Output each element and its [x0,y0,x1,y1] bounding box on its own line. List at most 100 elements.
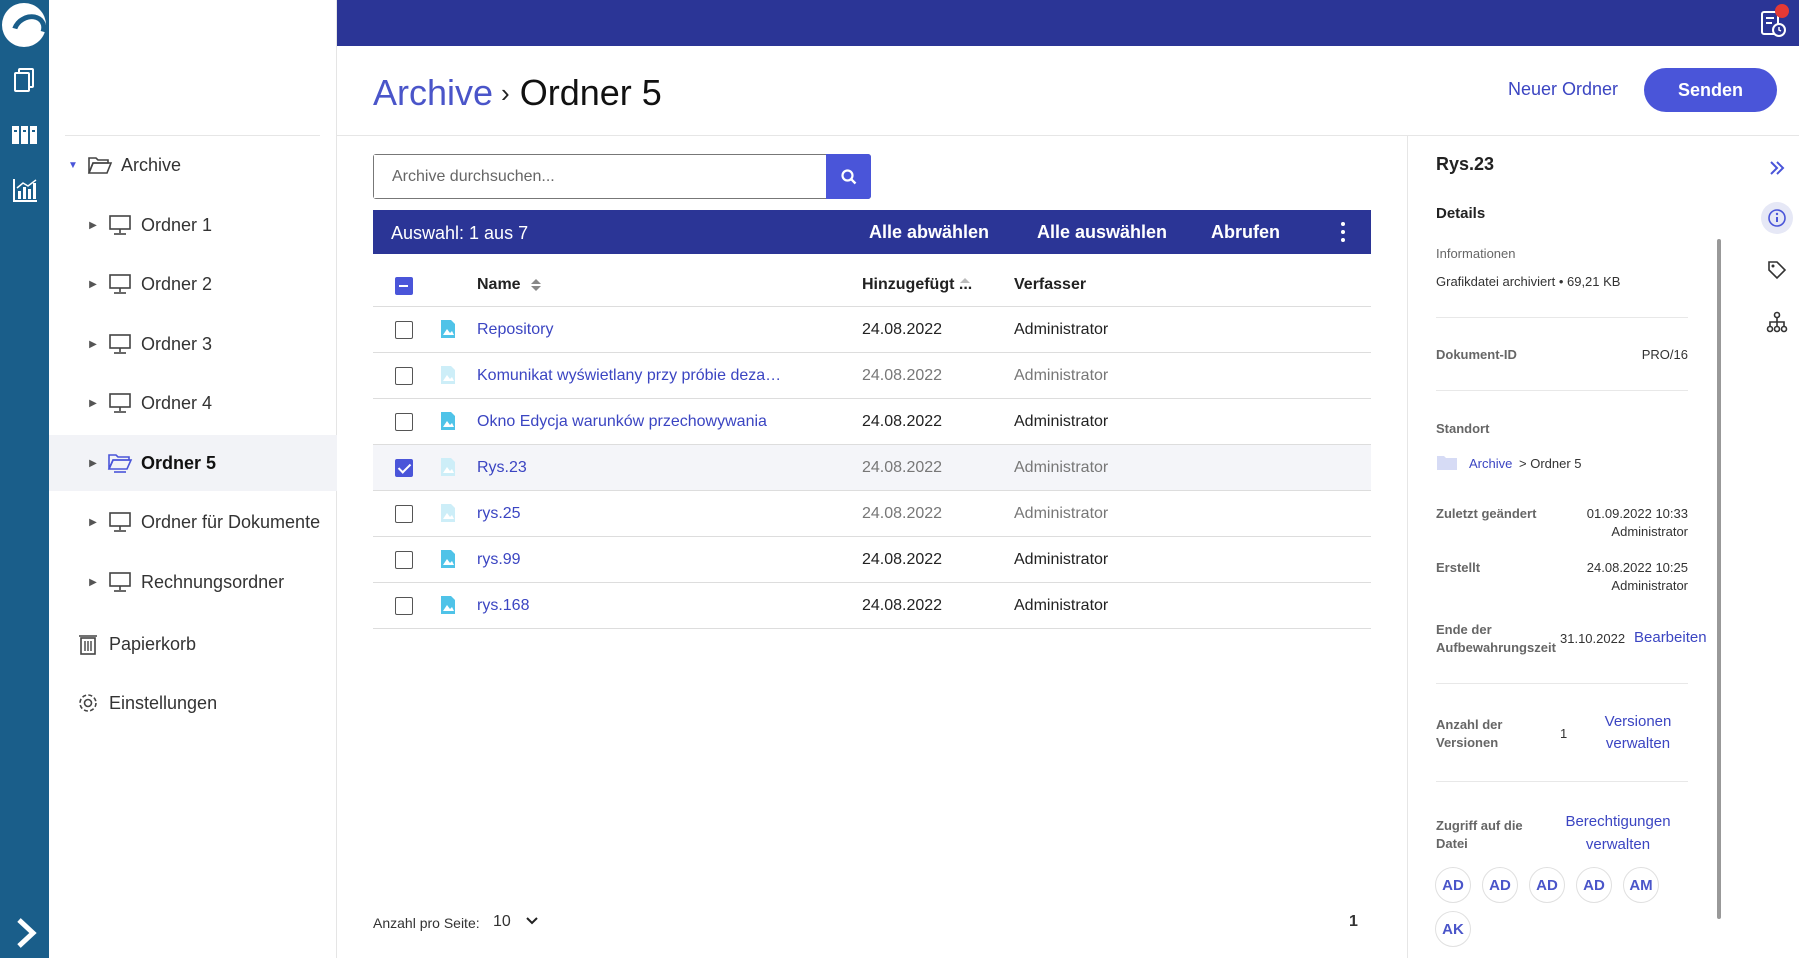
selection-count: Auswahl: 1 aus 7 [391,223,529,243]
column-header-author[interactable]: Verfasser [1014,276,1086,294]
selection-bar: Auswahl: 1 aus 7 Alle abwählen Alle ausw… [373,210,1371,254]
table-row[interactable]: Okno Edycja warunków przechowywania 24.0… [373,399,1371,445]
created-date: 24.08.2022 10:25 [1586,560,1688,575]
archive-icon[interactable] [0,113,49,157]
manage-versions-link[interactable]: Versionen [1598,713,1678,730]
sidebar-item-ordner-4[interactable]: ▶ Ordner 4 [49,375,337,431]
modified-label: Zuletzt geändert [1436,506,1537,521]
location-archive-link[interactable]: Archive [1469,456,1512,471]
created-by: Administrator [1611,578,1688,593]
info-icon[interactable] [1761,202,1793,234]
retention-label: Ende der [1436,622,1492,637]
caret-right-icon[interactable]: ▶ [87,398,99,409]
retention-edit-link[interactable]: Bearbeiten [1634,629,1707,646]
caret-right-icon[interactable]: ▶ [87,220,99,231]
manage-permissions-link-2[interactable]: verwalten [1558,836,1678,853]
manage-versions-link-2[interactable]: verwalten [1598,735,1678,752]
sidebar-item-ordner-5[interactable]: ▶ Ordner 5 [49,435,337,491]
table-row[interactable]: Repository 24.08.2022 Administrator [373,307,1371,353]
modified-by: Administrator [1611,524,1688,539]
info-label: Informationen [1436,246,1516,261]
caret-right-icon[interactable]: ▶ [87,339,99,350]
search-button[interactable] [826,154,871,199]
sidebar-item-papierkorb[interactable]: Papierkorb [49,616,337,672]
row-checkbox[interactable] [395,505,413,523]
avatar[interactable]: AM [1623,867,1659,903]
new-folder-button[interactable]: Neuer Ordner [1508,79,1618,100]
file-name-link[interactable]: Rys.23 [477,459,782,477]
app-logo[interactable] [2,3,46,47]
table-row[interactable]: rys.168 24.08.2022 Administrator [373,583,1371,629]
documents-icon[interactable] [0,58,49,102]
reports-chart-icon[interactable] [0,168,49,212]
file-name-link[interactable]: rys.99 [477,551,782,569]
table-row[interactable]: Komunikat wyświetlany przy próbie dezakt… [373,353,1371,399]
breadcrumb-root-link[interactable]: Archive [373,72,493,114]
sidebar-item-rechnungsordner[interactable]: ▶ Rechnungsordner [49,554,337,610]
table-row-selected[interactable]: Rys.23 24.08.2022 Administrator [373,445,1371,491]
current-page[interactable]: 1 [1349,913,1358,931]
caret-down-icon[interactable]: ▼ [67,160,79,171]
more-options-icon[interactable] [1335,222,1351,242]
sidebar-item-ordner-1[interactable]: ▶ Ordner 1 [49,197,337,253]
caret-right-icon[interactable]: ▶ [87,458,99,469]
search-input[interactable] [374,155,814,198]
computer-folder-icon [109,215,131,235]
select-all-checkbox[interactable] [395,277,413,295]
row-checkbox[interactable] [395,459,413,477]
versions-label: Anzahl der [1436,717,1503,732]
table-row[interactable]: rys.99 24.08.2022 Administrator [373,537,1371,583]
row-checkbox[interactable] [395,551,413,569]
file-date: 24.08.2022 [862,459,943,476]
retention-label-2: Aufbewahrungszeit [1436,640,1556,655]
sidebar-item-ordner-3[interactable]: ▶ Ordner 3 [49,316,337,372]
avatar[interactable]: AD [1482,867,1518,903]
column-header-name[interactable]: Name [477,276,521,294]
row-checkbox[interactable] [395,321,413,339]
file-name-link[interactable]: rys.25 [477,505,782,523]
file-date: 24.08.2022 [862,321,943,338]
sort-icon[interactable] [530,277,542,293]
sidebar-item-label: Ordner 2 [141,273,213,294]
file-author: Administrator [1014,321,1109,338]
column-header-added[interactable]: Hinzugefügt ... [862,276,972,294]
details-icon-rail [1754,136,1799,958]
row-checkbox[interactable] [395,367,413,385]
collapse-panel-icon[interactable] [1761,152,1793,184]
tag-icon[interactable] [1761,254,1793,286]
file-name-link[interactable]: Okno Edycja warunków przechowywania [477,413,782,431]
row-checkbox[interactable] [395,413,413,431]
sidebar-item-archive[interactable]: ▼ Archive [49,137,337,193]
deselect-all-button[interactable]: Alle abwählen [869,222,989,243]
row-checkbox[interactable] [395,597,413,615]
sidebar-item-ordner-2[interactable]: ▶ Ordner 2 [49,256,337,312]
caret-right-icon[interactable]: ▶ [87,577,99,588]
avatar[interactable]: AD [1529,867,1565,903]
avatar[interactable]: AK [1435,911,1471,947]
table-row[interactable]: rys.25 24.08.2022 Administrator [373,491,1371,537]
breadcrumb: Archive › Ordner 5 [373,72,662,114]
image-file-icon [441,458,455,476]
send-button[interactable]: Senden [1644,68,1777,112]
file-name-link[interactable]: Komunikat wyświetlany przy próbie dezakt… [477,367,782,385]
manage-permissions-link[interactable]: Berechtigungen [1558,813,1678,830]
retrieve-button[interactable]: Abrufen [1211,222,1280,243]
sort-asc-icon[interactable] [959,277,971,285]
hierarchy-icon[interactable] [1761,306,1793,338]
expand-rail-icon[interactable] [0,908,49,958]
avatar[interactable]: AD [1576,867,1612,903]
avatar[interactable]: AD [1435,867,1471,903]
select-all-button[interactable]: Alle auswählen [1037,222,1167,243]
computer-folder-icon [109,274,131,294]
page-title: Ordner 5 [519,72,662,113]
caret-right-icon[interactable]: ▶ [87,279,99,290]
chevron-down-icon[interactable] [525,914,539,928]
sidebar-item-ordner-fuer-dokumente[interactable]: ▶ Ordner für Dokumente [49,494,337,550]
sidebar-item-label: Ordner für Dokumente [141,511,321,532]
file-name-link[interactable]: Repository [477,321,782,339]
caret-right-icon[interactable]: ▶ [87,517,99,528]
per-page-select[interactable]: 10 [493,913,511,931]
sidebar-item-einstellungen[interactable]: Einstellungen [49,675,337,731]
file-name-link[interactable]: rys.168 [477,597,782,615]
details-scrollbar[interactable] [1717,239,1721,919]
